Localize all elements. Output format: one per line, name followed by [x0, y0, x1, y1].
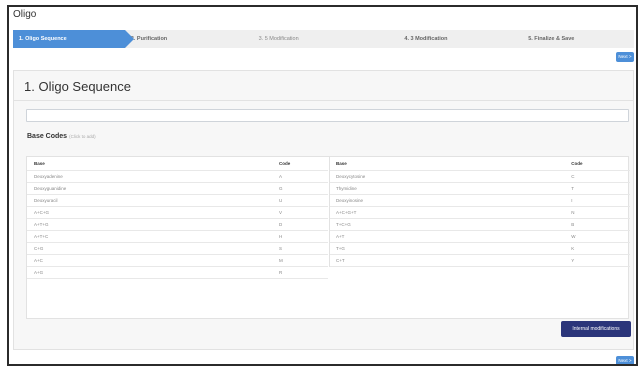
header-base: Base — [34, 161, 45, 166]
next-button-top[interactable]: Next > — [616, 52, 634, 62]
base-code: R — [279, 270, 283, 275]
base-name: T+C+G — [336, 222, 351, 227]
table-row[interactable]: A+C M — [27, 255, 328, 267]
base-name: C+G — [34, 246, 44, 251]
table-row[interactable]: Deoxyinosine I — [330, 195, 630, 207]
header-code: Code — [279, 161, 291, 166]
base-codes-title: Base Codes — [27, 133, 68, 140]
base-name: Deoxyinosine — [336, 198, 364, 203]
base-code: B — [571, 222, 575, 227]
base-name: A+C — [34, 258, 43, 263]
page-title: 1. Oligo Sequence — [14, 71, 633, 101]
base-codes-table: Base Code Deoxyadenine A Deoxyguanidine G … — [26, 156, 630, 319]
table-row[interactable]: A+T+C H — [27, 231, 328, 243]
base-code: I — [571, 198, 573, 203]
base-name: A+T — [336, 234, 345, 239]
oligo-sequence-panel: 1. Oligo Sequence Base Codes (Click to ad… — [13, 70, 634, 350]
base-code: A — [279, 174, 283, 179]
base-code: V — [279, 210, 283, 215]
table-row[interactable]: A+C+G+T N — [330, 207, 630, 219]
table-row[interactable]: T+C+G B — [330, 219, 630, 231]
base-codes-heading: Base Codes (Click to add) — [27, 133, 96, 140]
wizard-steps: 1. Oligo Sequence 2. Purification 3. 5 M… — [13, 30, 634, 48]
table-row[interactable]: C+T Y — [330, 255, 630, 267]
base-code: S — [279, 246, 283, 251]
table-row[interactable]: A+T W — [330, 231, 630, 243]
base-code: G — [279, 186, 283, 191]
wizard-step-3-modification[interactable]: 4. 3 Modification — [364, 30, 510, 48]
base-code: D — [279, 222, 283, 227]
base-code: K — [571, 246, 575, 251]
base-name: Deoxyadenine — [34, 174, 63, 179]
base-code: C — [571, 174, 575, 179]
base-name: Deoxyuracil — [34, 198, 58, 203]
table-header: Base Code — [330, 157, 630, 171]
base-code: M — [279, 258, 283, 263]
base-name: Deoxycytosine — [336, 174, 366, 179]
base-name: A+T+G — [34, 222, 49, 227]
base-name: Thymidine — [336, 186, 357, 191]
base-code: U — [279, 198, 283, 203]
base-name: A+C+G+T — [336, 210, 357, 215]
table-row[interactable]: Deoxyguanidine G — [27, 183, 328, 195]
sequence-input[interactable] — [26, 109, 629, 122]
wizard-step-5-modification[interactable]: 3. 5 Modification — [237, 30, 365, 48]
wizard-step-purification[interactable]: 2. Purification — [125, 30, 237, 48]
table-row[interactable]: Thymidine T — [330, 183, 630, 195]
header-code: Code — [571, 161, 583, 166]
base-name: C+T — [336, 258, 345, 263]
table-row[interactable]: C+G S — [27, 243, 328, 255]
base-codes-left-column: Base Code Deoxyadenine A Deoxyguanidine G … — [27, 157, 328, 279]
base-code: N — [571, 210, 575, 215]
table-row[interactable]: A+C+G V — [27, 207, 328, 219]
app-window: Oligo 1. Oligo Sequence 2. Purification … — [7, 5, 638, 366]
table-row[interactable]: Deoxyuracil U — [27, 195, 328, 207]
base-codes-right-column: Base Code Deoxycytosine C Thymidine T Deox… — [329, 157, 630, 267]
base-codes-hint: (Click to add) — [69, 134, 96, 139]
internal-modifications-button[interactable]: Internal modifications — [561, 321, 631, 337]
table-row[interactable]: Deoxyadenine A — [27, 171, 328, 183]
base-name: A+T+C — [34, 234, 49, 239]
wizard-step-oligo-sequence[interactable]: 1. Oligo Sequence — [13, 30, 134, 48]
base-code: Y — [571, 258, 575, 263]
base-name: A+C+G — [34, 210, 50, 215]
wizard-step-finalize-save[interactable]: 5. Finalize & Save — [510, 30, 634, 48]
next-button-bottom[interactable]: Next > — [616, 356, 634, 364]
app-title: Oligo — [13, 9, 37, 20]
table-row[interactable]: A+G R — [27, 267, 328, 279]
header-base: Base — [336, 161, 347, 166]
table-row[interactable]: T+G K — [330, 243, 630, 255]
table-row[interactable]: A+T+G D — [27, 219, 328, 231]
base-code: W — [571, 234, 576, 239]
table-row[interactable]: Deoxycytosine C — [330, 171, 630, 183]
base-code: T — [571, 186, 574, 191]
table-header: Base Code — [27, 157, 328, 171]
base-name: T+G — [336, 246, 345, 251]
base-code: H — [279, 234, 283, 239]
base-name: A+G — [34, 270, 44, 275]
base-name: Deoxyguanidine — [34, 186, 67, 191]
